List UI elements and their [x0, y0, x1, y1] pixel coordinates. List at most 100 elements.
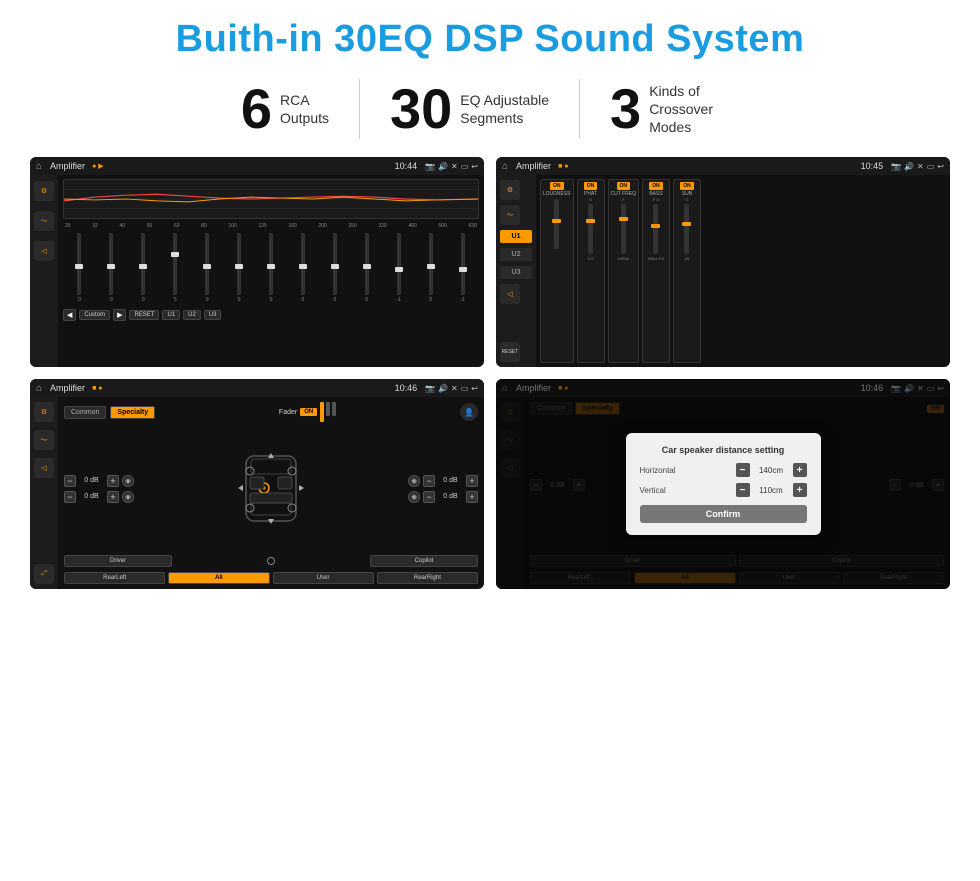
cutfreq-slider[interactable]: [621, 204, 626, 254]
u2-button[interactable]: U2: [183, 310, 201, 320]
horizontal-minus[interactable]: −: [736, 463, 750, 477]
reset-button[interactable]: RESET: [129, 310, 159, 320]
confirm-button[interactable]: Confirm: [640, 505, 807, 523]
cutfreq-on-btn[interactable]: ON: [617, 182, 631, 190]
fader-slider-3[interactable]: [332, 402, 336, 416]
sub-slider[interactable]: [684, 204, 689, 254]
car-icon-btn: [175, 555, 367, 567]
eq-slider-6[interactable]: 0: [225, 233, 254, 303]
common-tab[interactable]: Common: [64, 406, 106, 419]
bottom-buttons-2: RearLeft All User RearRight: [64, 572, 478, 584]
fader-screen-content: ⚙ 〜 ◁ ⤢ Common Specialty Fader ON: [30, 397, 484, 589]
fader-expand-icon[interactable]: ⤢: [34, 564, 54, 584]
user-button[interactable]: User: [273, 572, 374, 584]
fader-tabs: Common Specialty: [64, 406, 155, 419]
speaker-icon[interactable]: ◁: [34, 241, 54, 261]
prev-button[interactable]: ◀: [63, 309, 76, 321]
eq-slider-2[interactable]: 0: [97, 233, 126, 303]
freq-labels: 25 32 40 50 63 80 100 125 160 200 250 32…: [63, 223, 479, 229]
sub-module: ON SUB G 20: [673, 179, 701, 363]
fader-slider-2[interactable]: [326, 402, 330, 416]
amp-app-name: Amplifier: [516, 161, 551, 171]
u3-preset-btn[interactable]: U3: [500, 266, 532, 279]
bass-slider[interactable]: [653, 204, 658, 254]
stat-rca: 6 RCAOutputs: [211, 81, 359, 137]
reset-side-btn[interactable]: RESET: [500, 342, 520, 362]
eq-slider-8[interactable]: 0: [288, 233, 317, 303]
u3-button[interactable]: U3: [204, 310, 222, 320]
cutfreq-values: 100Hz: [617, 256, 629, 261]
eq-slider-13[interactable]: -1: [448, 233, 477, 303]
freq-40: 40: [119, 223, 125, 229]
amp-wave-icon[interactable]: 〜: [500, 205, 520, 225]
fader-on-button[interactable]: ON: [300, 408, 317, 416]
db-plus-2[interactable]: +: [107, 491, 119, 503]
u2-preset-btn[interactable]: U2: [500, 248, 532, 261]
speaker-icon-r2: ◉: [408, 491, 420, 503]
specialty-tab[interactable]: Specialty: [110, 406, 155, 419]
db-plus-1[interactable]: +: [107, 475, 119, 487]
freq-250: 250: [348, 223, 356, 229]
speaker-icon-l2: ◉: [122, 491, 134, 503]
eq-slider-3[interactable]: 0: [129, 233, 158, 303]
eq-status-bar: ⌂ Amplifier ● ▶ 10:44 📷 🔊 ✕ ▭ ↩: [30, 157, 484, 175]
phat-values: 3.0: [588, 256, 594, 261]
amp-time: 10:45: [861, 161, 884, 171]
profile-icon[interactable]: 👤: [460, 403, 478, 421]
eq-slider-1[interactable]: 0: [65, 233, 94, 303]
copilot-button[interactable]: Copilot: [370, 555, 478, 567]
amp-eq-icon[interactable]: ⚙: [500, 180, 520, 200]
db-plus-4[interactable]: +: [466, 491, 478, 503]
fader-eq-icon[interactable]: ⚙: [34, 402, 54, 422]
db-minus-3[interactable]: −: [423, 475, 435, 487]
amp-status-dots: ■ ●: [558, 163, 568, 170]
fader-slider-1[interactable]: [320, 402, 324, 422]
stat-label-rca: RCAOutputs: [280, 91, 329, 127]
phat-slider[interactable]: [588, 204, 593, 254]
bottom-buttons: Driver Copilot: [64, 555, 478, 567]
bass-on-btn[interactable]: ON: [649, 182, 663, 190]
fader-wave-icon[interactable]: 〜: [34, 430, 54, 450]
eq-slider-5[interactable]: 0: [193, 233, 222, 303]
stat-number-eq: 30: [390, 81, 452, 137]
driver-button[interactable]: Driver: [64, 555, 172, 567]
db-minus-2[interactable]: −: [64, 491, 76, 503]
window-icon-amp: ▭: [927, 162, 935, 171]
rearright-button[interactable]: RearRight: [377, 572, 478, 584]
fader-speaker-icon[interactable]: ◁: [34, 458, 54, 478]
vertical-value: 110cm: [754, 486, 789, 495]
sub-on-btn[interactable]: ON: [680, 182, 694, 190]
u1-preset-btn[interactable]: U1: [500, 230, 532, 243]
eq-slider-7[interactable]: 0: [257, 233, 286, 303]
u1-button[interactable]: U1: [162, 310, 180, 320]
fader-slider-group: [320, 402, 336, 422]
all-button[interactable]: All: [168, 572, 269, 584]
eq-slider-12[interactable]: 0: [416, 233, 445, 303]
loudness-on-btn[interactable]: ON: [550, 182, 564, 190]
dialog-screen: ⌂ Amplifier ■ ● 10:46 📷 🔊 ✕ ▭ ↩ ⚙ 〜 ◁: [496, 379, 950, 589]
vertical-minus[interactable]: −: [736, 483, 750, 497]
wave-icon[interactable]: 〜: [34, 211, 54, 231]
horizontal-plus[interactable]: +: [793, 463, 807, 477]
eq-slider-9[interactable]: 0: [320, 233, 349, 303]
next-button[interactable]: ▶: [113, 309, 126, 321]
amp-speaker-icon[interactable]: ◁: [500, 284, 520, 304]
eq-icon[interactable]: ⚙: [34, 181, 54, 201]
loudness-slider[interactable]: [554, 199, 559, 249]
eq-slider-4[interactable]: 5: [161, 233, 190, 303]
freq-80: 80: [201, 223, 207, 229]
horizontal-control: − 140cm +: [736, 463, 807, 477]
db-plus-3[interactable]: +: [466, 475, 478, 487]
db-minus-4[interactable]: −: [423, 491, 435, 503]
rearleft-button[interactable]: RearLeft: [64, 572, 165, 584]
eq-slider-10[interactable]: 0: [352, 233, 381, 303]
fader-app-name: Amplifier: [50, 383, 85, 393]
db-minus-1[interactable]: −: [64, 475, 76, 487]
vertical-plus[interactable]: +: [793, 483, 807, 497]
volume-icon-amp: 🔊: [904, 162, 914, 171]
eq-status-icons: 📷 🔊 ✕ ▭ ↩: [425, 162, 478, 171]
amp-left-panel: ⚙ 〜 U1 U2 U3 ◁ RESET: [496, 175, 536, 367]
eq-slider-11[interactable]: -1: [384, 233, 413, 303]
custom-button[interactable]: Custom: [79, 310, 110, 320]
phat-on-btn[interactable]: ON: [584, 182, 598, 190]
